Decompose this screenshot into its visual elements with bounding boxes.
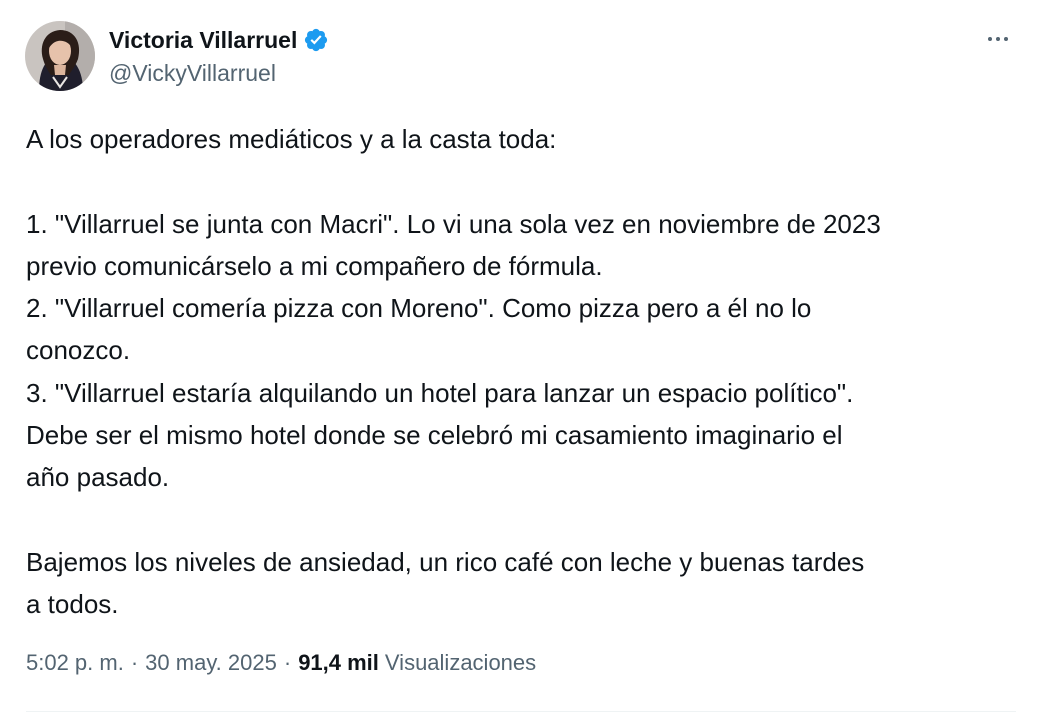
divider [26,711,1016,712]
tweet-line: A los operadores mediáticos y a la casta… [26,124,557,154]
tweet-line: previo comunicárselo a mi compañero de f… [26,250,603,281]
more-options-icon[interactable] [978,24,1018,54]
tweet-line: Bajemos los niveles de ansiedad, un rico… [26,546,865,577]
tweet-line: 1. "Villarruel se junta con Macri". Lo v… [26,208,881,239]
tweet-line: año pasado. [26,462,170,493]
avatar[interactable] [25,21,95,91]
dot-icon [1004,37,1008,41]
author-display-name[interactable]: Victoria Villarruel [109,27,297,54]
views-count[interactable]: 91,4 mil [298,650,379,676]
author-name-row: Victoria Villarruel [109,25,329,55]
tweet-line: 2. "Villarruel comería pizza con Moreno"… [26,293,812,324]
tweet-time[interactable]: 5:02 p. m. [26,650,124,676]
views-label[interactable]: Visualizaciones [385,650,536,676]
tweet-meta: 5:02 p. m. · 30 may. 2025 · 91,4 mil Vis… [26,650,536,676]
tweet-line: conozco. [26,335,131,366]
tweet-line: a todos. [26,589,119,620]
meta-separator: · [283,650,292,675]
profile-photo-icon [25,21,95,91]
meta-separator: · [130,650,139,675]
tweet-date[interactable]: 30 may. 2025 [145,650,277,676]
tweet-line: Debe ser el mismo hotel donde se celebró… [26,420,843,451]
tweet-line: 3. "Villarruel estaría alquilando un hot… [26,377,854,408]
dot-icon [988,37,992,41]
tweet-card: Victoria Villarruel @VickyVillarruel A l… [0,0,1049,720]
dot-icon [996,37,1000,41]
author-handle[interactable]: @VickyVillarruel [109,60,276,87]
verified-badge-icon[interactable] [303,27,329,53]
tweet-text: A los operadores mediáticos y a la casta… [26,118,1026,626]
